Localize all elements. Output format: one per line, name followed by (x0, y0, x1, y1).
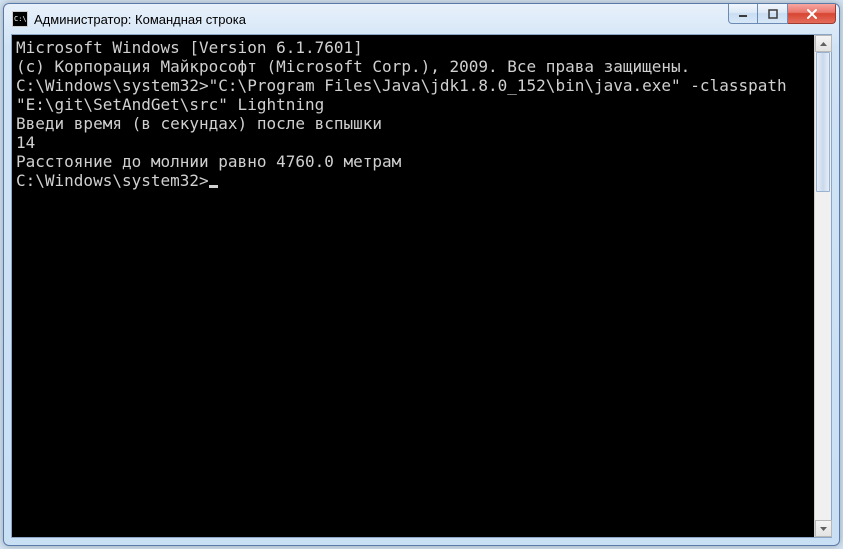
vertical-scrollbar[interactable] (814, 35, 831, 537)
console-line: C:\Windows\system32>"C:\Program Files\Ja… (16, 76, 812, 114)
close-button[interactable] (788, 4, 836, 24)
console-frame: Microsoft Windows [Version 6.1.7601](c) … (11, 34, 832, 538)
console-prompt-line: C:\Windows\system32> (16, 171, 812, 190)
maximize-button[interactable] (758, 4, 788, 24)
console-line: Расстояние до молнии равно 4760.0 метрам (16, 152, 812, 171)
minimize-button[interactable] (728, 4, 758, 24)
svg-text:C:\: C:\ (14, 15, 27, 23)
scroll-up-button[interactable] (815, 35, 832, 52)
window-controls (728, 4, 839, 34)
console-output[interactable]: Microsoft Windows [Version 6.1.7601](c) … (12, 35, 814, 537)
prompt-text: C:\Windows\system32> (16, 171, 209, 190)
window-title: Администратор: Командная строка (34, 12, 728, 27)
titlebar[interactable]: C:\ Администратор: Командная строка (4, 4, 839, 34)
console-line: 14 (16, 133, 812, 152)
cursor (209, 185, 218, 188)
console-line: Microsoft Windows [Version 6.1.7601] (16, 38, 812, 57)
console-line: (c) Корпорация Майкрософт (Microsoft Cor… (16, 57, 812, 76)
console-line: Введи время (в секундах) после вспышки (16, 114, 812, 133)
app-icon: C:\ (12, 11, 28, 27)
scroll-thumb[interactable] (816, 52, 830, 192)
scroll-down-button[interactable] (815, 520, 832, 537)
command-prompt-window: C:\ Администратор: Командная строка Micr… (3, 3, 840, 546)
